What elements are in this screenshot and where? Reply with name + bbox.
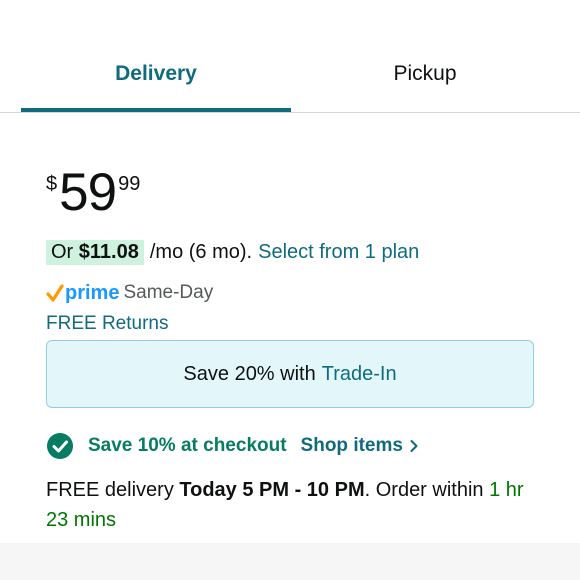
free-returns-link[interactable]: FREE Returns — [46, 313, 168, 335]
installment-term: /mo (6 mo). — [149, 240, 253, 263]
select-plan-link[interactable]: Select from 1 plan — [258, 241, 419, 264]
trade-in-link[interactable]: Trade-In — [322, 363, 397, 386]
tab-pickup[interactable]: Pickup — [290, 36, 560, 112]
fulfillment-tabs: Delivery Pickup — [0, 36, 580, 113]
tab-pickup-label: Pickup — [393, 62, 457, 85]
prime-logo-text: prime — [65, 281, 120, 304]
chevron-right-icon — [410, 440, 418, 452]
trade-in-button[interactable]: Save 20% with Trade-In — [46, 340, 534, 408]
installment-amount: $11.08 — [78, 240, 139, 263]
delivery-message: FREE delivery Today 5 PM - 10 PM. Order … — [46, 475, 526, 535]
shop-items-label: Shop items — [300, 435, 403, 456]
delivery-prefix: FREE delivery — [46, 479, 174, 501]
trade-in-text: Save 20% with — [183, 362, 316, 385]
prime-delivery-speed: Same-Day — [123, 282, 214, 303]
installment-highlight: Or $11.08 — [46, 239, 144, 265]
installment-offer: Or $11.08 /mo (6 mo). Select from 1 plan — [46, 238, 419, 266]
coupon-row: Save 10% at checkout Shop items — [46, 430, 419, 462]
prime-badge-row: prime Same-Day — [46, 280, 213, 306]
price-currency-symbol: $ — [46, 173, 58, 195]
tab-delivery-label: Delivery — [115, 62, 197, 85]
shop-items-link[interactable]: Shop items — [301, 435, 419, 457]
installment-prefix: Or — [51, 240, 74, 263]
buy-box-card: Delivery Pickup $ 59 99 Or $11.08 /mo (6… — [0, 0, 580, 543]
check-circle-icon — [47, 433, 73, 459]
prime-check-icon — [46, 284, 64, 302]
price: $ 59 99 — [46, 158, 140, 228]
delivery-window: Today 5 PM - 10 PM — [179, 479, 365, 501]
delivery-order-within: . Order within — [364, 479, 484, 501]
active-tab-indicator — [21, 108, 291, 112]
price-fraction: 99 — [118, 173, 141, 195]
tab-delivery[interactable]: Delivery — [21, 36, 291, 112]
price-whole: 59 — [59, 163, 117, 222]
coupon-text: Save 10% at checkout — [88, 435, 287, 456]
